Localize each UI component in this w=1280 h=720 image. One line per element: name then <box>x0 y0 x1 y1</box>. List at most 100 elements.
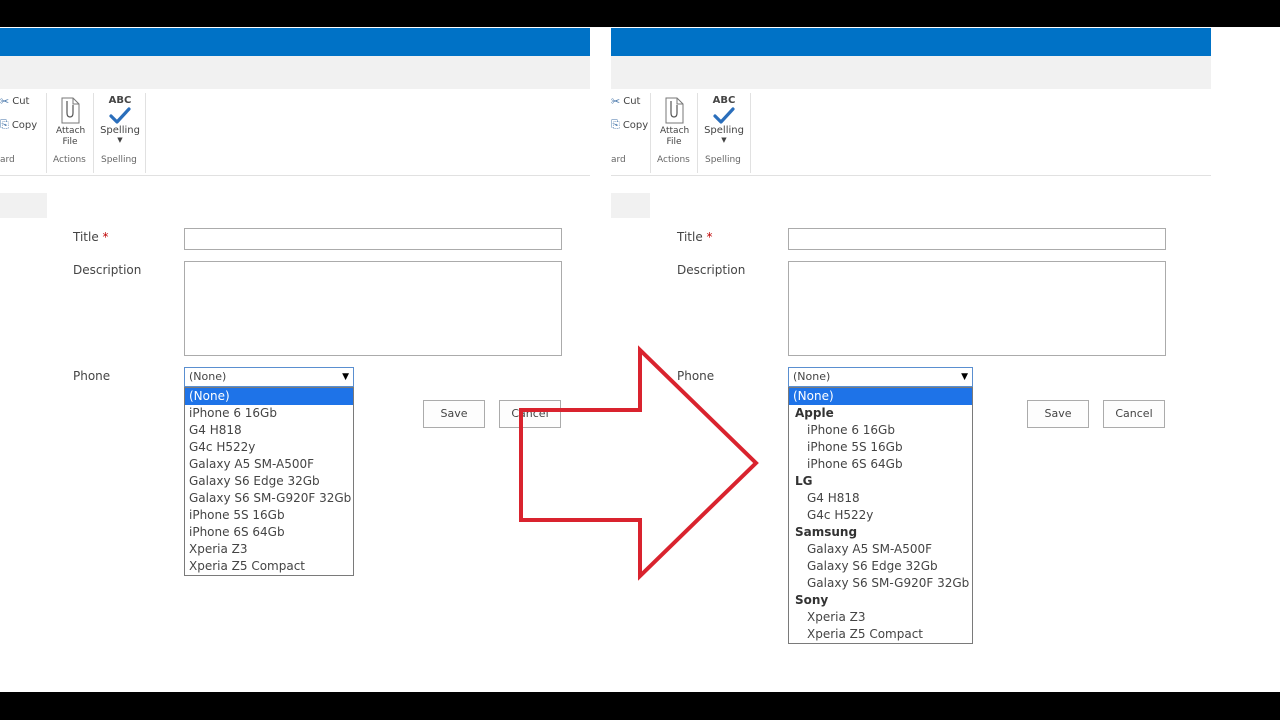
title-input[interactable] <box>184 228 562 250</box>
ribbon-tab-bar <box>0 56 590 89</box>
letterbox-bottom <box>0 692 1280 720</box>
attach-file-button[interactable]: Attach File <box>56 95 86 147</box>
copy-label: Copy <box>11 119 38 131</box>
spelling-button[interactable]: ABC Spelling ▼ <box>100 95 140 144</box>
dropdown-option[interactable]: iPhone 6S 64Gb <box>789 456 972 473</box>
dropdown-option[interactable]: Xperia Z3 <box>789 609 972 626</box>
group-separator <box>650 93 651 173</box>
paperclip-icon <box>61 97 80 124</box>
dropdown-option[interactable]: Xperia Z5 Compact <box>185 558 353 575</box>
dropdown-option[interactable]: iPhone 5S 16Gb <box>185 507 353 524</box>
dropdown-arrow-icon: ▼ <box>342 372 349 382</box>
attach-label-line2: File <box>62 137 78 147</box>
phone-dropdown-list-grouped: (None) Apple iPhone 6 16Gb iPhone 5S 16Gb iP… <box>788 387 973 644</box>
cut-label: Cut <box>623 96 641 107</box>
spelling-group-label: Spelling <box>705 155 741 165</box>
dropdown-option[interactable]: G4c H522y <box>789 507 972 524</box>
clipboard-group-label: ard <box>611 155 626 165</box>
dropdown-option[interactable]: Galaxy S6 SM-G920F 32Gb <box>185 490 353 507</box>
option-none[interactable]: (None) <box>185 388 353 405</box>
phone-select-value: (None) <box>189 370 227 383</box>
optgroup-label: LG <box>795 474 813 488</box>
dropdown-option[interactable]: Galaxy S6 SM-G920F 32Gb <box>789 575 972 592</box>
option-none[interactable]: (None) <box>789 388 972 405</box>
copy-button[interactable]: ⎘ Copy <box>611 118 648 132</box>
optgroup-label: Samsung <box>795 525 858 539</box>
before-screenshot: ✂ Cut ⎘ Copy ard Attach File Actions ABC… <box>0 27 590 692</box>
description-textarea[interactable] <box>184 261 562 356</box>
dropdown-option[interactable]: G4c H522y <box>185 439 353 456</box>
scissors-icon: ✂ <box>0 95 10 108</box>
dropdown-option[interactable]: Xperia Z3 <box>185 541 353 558</box>
dropdown-option[interactable]: Galaxy S6 Edge 32Gb <box>185 473 353 490</box>
spelling-group-label: Spelling <box>101 155 137 165</box>
paperclip-icon <box>665 97 684 124</box>
phone-label: Phone <box>73 369 111 383</box>
save-button[interactable]: Save <box>1027 400 1089 428</box>
description-label: Description <box>73 263 142 277</box>
title-label: Title * <box>73 230 109 244</box>
dropdown-option[interactable]: G4 H818 <box>185 422 353 439</box>
optgroup-label: Apple <box>795 406 834 420</box>
dropdown-option[interactable]: iPhone 5S 16Gb <box>789 439 972 456</box>
phone-select-value: (None) <box>793 370 831 383</box>
actions-group-label: Actions <box>657 155 690 165</box>
dropdown-option[interactable]: Galaxy S6 Edge 32Gb <box>789 558 972 575</box>
dropdown-option[interactable]: Galaxy A5 SM-A500F <box>185 456 353 473</box>
copy-button[interactable]: ⎘ Copy <box>0 118 37 132</box>
page-tab <box>611 193 650 218</box>
dropdown-option[interactable]: Galaxy A5 SM-A500F <box>789 541 972 558</box>
phone-select[interactable]: (None) ▼ <box>788 367 973 387</box>
optgroup-label: Sony <box>795 593 829 607</box>
copy-icon: ⎘ <box>611 118 620 131</box>
phone-dropdown-list: (None) iPhone 6 16Gb G4 H818 G4c H522y Galax… <box>184 387 354 576</box>
dropdown-arrow-icon: ▼ <box>721 136 727 144</box>
ribbon: ✂ Cut ⎘ Copy ard Attach File Actions ABC… <box>611 89 1211 176</box>
spelling-button[interactable]: ABC Spelling ▼ <box>704 95 744 144</box>
required-marker: * <box>102 230 109 244</box>
scissors-icon: ✂ <box>611 95 621 108</box>
title-label: Title * <box>677 230 713 244</box>
required-marker: * <box>706 230 713 244</box>
phone-select[interactable]: (None) ▼ <box>184 367 354 387</box>
save-button[interactable]: Save <box>423 400 485 428</box>
attach-file-button[interactable]: Attach File <box>660 95 690 147</box>
group-separator <box>697 93 698 173</box>
spelling-label: Spelling <box>704 125 744 136</box>
dropdown-option[interactable]: G4 H818 <box>789 490 972 507</box>
suite-bar <box>0 28 590 56</box>
page-tab <box>0 193 47 218</box>
abc-text: ABC <box>712 95 736 106</box>
checkmark-icon <box>713 107 735 124</box>
group-separator <box>145 93 146 173</box>
copy-label: Copy <box>622 119 649 131</box>
group-separator <box>46 93 47 173</box>
spelling-label: Spelling <box>100 125 140 136</box>
dropdown-option[interactable]: iPhone 6 16Gb <box>789 422 972 439</box>
suite-bar <box>611 28 1211 56</box>
attach-label-line1: Attach <box>56 126 86 136</box>
cut-label: Cut <box>12 96 30 107</box>
ribbon-tab-bar <box>611 56 1211 89</box>
checkmark-icon <box>109 107 131 124</box>
ribbon: ✂ Cut ⎘ Copy ard Attach File Actions ABC… <box>0 89 590 176</box>
attach-label-line1: Attach <box>660 126 690 136</box>
letterbox-top <box>0 0 1280 27</box>
dropdown-option[interactable]: Xperia Z5 Compact <box>789 626 972 643</box>
dropdown-option[interactable]: iPhone 6 16Gb <box>185 405 353 422</box>
description-label: Description <box>677 263 746 277</box>
dropdown-option[interactable]: iPhone 6S 64Gb <box>185 524 353 541</box>
abc-text: ABC <box>108 95 132 106</box>
copy-icon: ⎘ <box>0 118 9 131</box>
title-input[interactable] <box>788 228 1166 250</box>
dropdown-arrow-icon: ▼ <box>961 372 968 382</box>
cut-button[interactable]: ✂ Cut <box>0 95 29 108</box>
red-arrow-icon <box>519 345 759 581</box>
cut-button[interactable]: ✂ Cut <box>611 95 640 108</box>
description-textarea[interactable] <box>788 261 1166 356</box>
actions-group-label: Actions <box>53 155 86 165</box>
cancel-button[interactable]: Cancel <box>1103 400 1165 428</box>
group-separator <box>93 93 94 173</box>
group-separator <box>750 93 751 173</box>
clipboard-group-label: ard <box>0 155 15 165</box>
